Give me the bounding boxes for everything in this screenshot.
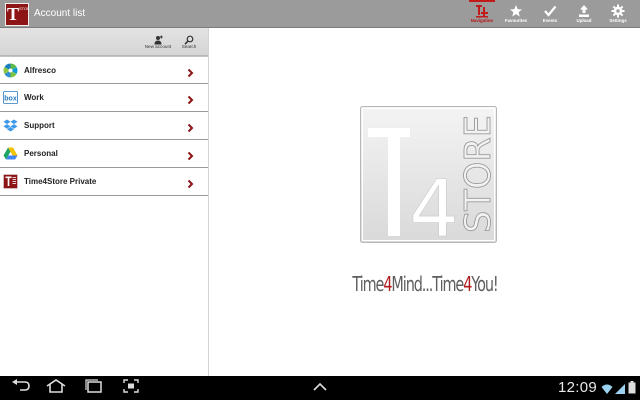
recent-apps-button[interactable] xyxy=(83,378,105,398)
checkmark-icon xyxy=(543,4,557,18)
chevron-right-icon xyxy=(187,120,194,133)
screenshot-icon xyxy=(123,378,139,398)
svg-text:box: box xyxy=(4,96,17,103)
upload-button[interactable]: Upload xyxy=(567,2,601,27)
search-label: Search xyxy=(181,44,197,49)
events-button[interactable]: Events xyxy=(533,2,567,27)
star-icon xyxy=(509,4,523,18)
time4store-icon xyxy=(3,174,18,189)
action-bar: T STORE Account list Navigation xyxy=(0,0,640,28)
account-item-work[interactable]: box Work xyxy=(0,84,208,112)
alfresco-icon xyxy=(3,63,18,78)
search-button[interactable]: Search xyxy=(178,32,200,52)
events-label: Events xyxy=(542,18,558,23)
account-item-time4store-private[interactable]: Time4Store Private xyxy=(0,168,208,196)
navigation-label: Navigation xyxy=(470,18,494,23)
account-list-panel: New account Search Alfresco box Work Sup… xyxy=(0,28,209,376)
recent-apps-icon xyxy=(85,378,103,398)
tagline-part: You! xyxy=(471,272,498,296)
account-list: Alfresco box Work Support Personal Time4… xyxy=(0,56,208,196)
tagline-part: Time xyxy=(352,272,384,296)
app-window: T STORE Account list Navigation xyxy=(0,0,640,400)
gear-icon xyxy=(611,4,625,18)
account-name: Personal xyxy=(24,149,58,158)
chevron-right-icon xyxy=(187,176,194,189)
box-icon: box xyxy=(3,90,18,105)
brand-logo-word: STORE xyxy=(458,115,497,233)
upload-label: Upload xyxy=(576,18,592,23)
tagline: Time4Mind...Time4You! xyxy=(270,271,580,297)
clock: 12:09 xyxy=(558,379,598,396)
action-buttons: Navigation Favourites Events Upload Sett… xyxy=(465,0,635,27)
account-item-alfresco[interactable]: Alfresco xyxy=(0,56,208,84)
account-name: Alfresco xyxy=(24,66,57,75)
dropbox-icon xyxy=(3,118,18,133)
account-item-personal[interactable]: Personal xyxy=(0,140,208,168)
back-icon xyxy=(11,378,31,398)
home-icon xyxy=(46,378,66,398)
home-button[interactable] xyxy=(45,378,67,398)
app-logo-word: STORE xyxy=(19,6,28,11)
tagline-part: Mind...Time xyxy=(391,272,464,296)
time4store-logo: T 4 STORE xyxy=(360,106,497,243)
system-bar: 12:09 xyxy=(0,376,640,400)
screenshot-button[interactable] xyxy=(120,378,142,398)
search-icon xyxy=(184,32,194,45)
google-drive-icon xyxy=(3,146,18,161)
expand-tray-button[interactable] xyxy=(310,380,330,396)
battery-icon xyxy=(628,381,636,399)
content-area: T 4 STORE Time4Mind...Time4You! xyxy=(210,28,640,376)
upload-icon xyxy=(577,4,591,18)
account-name: Time4Store Private xyxy=(24,177,97,186)
chevron-right-icon xyxy=(187,65,194,78)
favourites-label: Favourites xyxy=(504,18,528,23)
wifi-icon xyxy=(601,382,613,400)
chevron-up-icon xyxy=(312,379,328,397)
new-account-button[interactable]: New account xyxy=(144,32,172,52)
page-title: Account list xyxy=(34,8,86,19)
tagline-part: 4 xyxy=(463,272,472,296)
account-item-support[interactable]: Support xyxy=(0,112,208,140)
chevron-right-icon xyxy=(187,92,194,105)
chevron-right-icon xyxy=(187,148,194,161)
add-user-icon xyxy=(153,32,163,45)
account-toolbar: New account Search xyxy=(0,28,208,56)
account-name: Work xyxy=(24,93,44,102)
brand-logo-digit: 4 xyxy=(409,165,459,243)
app-logo[interactable]: T STORE xyxy=(5,3,29,26)
navigation-icon xyxy=(475,4,489,18)
account-name: Support xyxy=(24,121,55,130)
navigation-button[interactable]: Navigation xyxy=(465,0,499,27)
back-button[interactable] xyxy=(10,378,32,398)
settings-button[interactable]: Settings xyxy=(601,2,635,27)
favourites-button[interactable]: Favourites xyxy=(499,2,533,27)
signal-icon xyxy=(614,382,626,400)
settings-label: Settings xyxy=(609,18,627,23)
new-account-label: New account xyxy=(144,44,172,49)
